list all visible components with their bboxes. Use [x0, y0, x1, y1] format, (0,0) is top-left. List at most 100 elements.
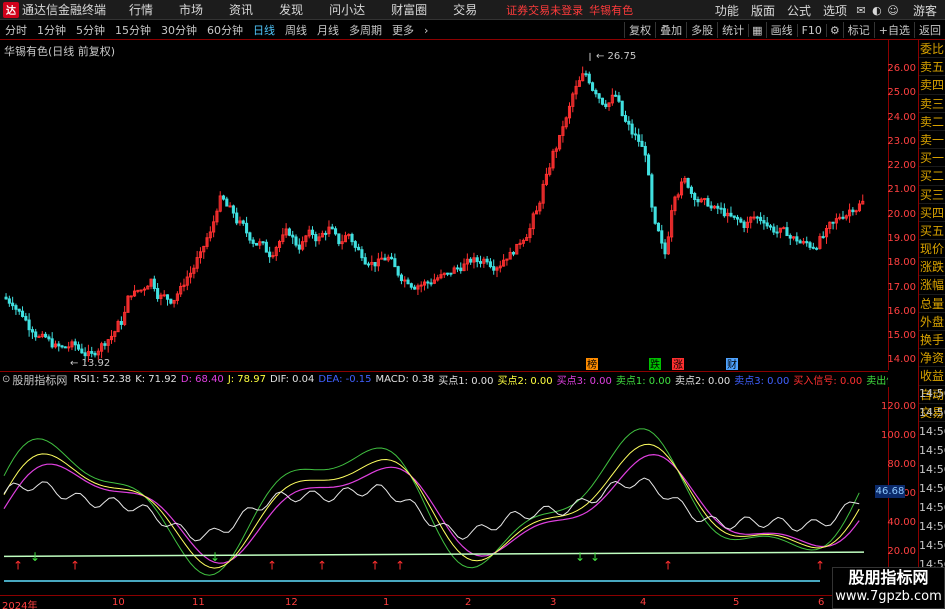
candle-body [623, 115, 628, 122]
event-marker-label: 财 [727, 358, 737, 370]
tool-mark[interactable]: 标记 [842, 22, 874, 38]
menu-formula[interactable]: 公式 [781, 2, 817, 19]
tool-statistics[interactable]: 统计 [717, 22, 748, 38]
candle-body [165, 294, 170, 300]
candle-body [455, 267, 460, 270]
tool-draw[interactable]: 画线 [765, 22, 797, 38]
side-panel-item[interactable]: 委比 [919, 40, 945, 59]
side-panel-item[interactable]: 卖三 [919, 95, 945, 113]
tool-adjust[interactable]: 复权 [624, 22, 655, 38]
period-tab[interactable]: 1分钟 [32, 22, 71, 38]
user-icon[interactable]: ☺ [885, 4, 901, 17]
indicator-gear-icon[interactable]: ⊙ [0, 374, 12, 385]
menu-ask[interactable]: 问小达 [316, 1, 378, 18]
message-icon[interactable]: ✉ [853, 4, 869, 17]
menu-layout[interactable]: 版面 [745, 2, 781, 19]
watermark-url: www.7gpzb.com [835, 589, 942, 604]
side-panel-item[interactable]: 卖二 [919, 113, 945, 131]
menu-market[interactable]: 市场 [166, 1, 216, 18]
indicator-tick-label: 20.00 [887, 546, 916, 558]
candle-body [261, 241, 265, 244]
grid-icon[interactable]: ▦ [748, 23, 765, 37]
side-panel-item[interactable]: 现价 [919, 240, 945, 259]
candle-body [310, 229, 315, 236]
date-tick-label: 12 [285, 597, 298, 608]
tool-multi-stock[interactable]: 多股 [686, 22, 717, 38]
candle-body [591, 82, 595, 91]
side-panel-item[interactable]: 卖五 [919, 58, 945, 77]
skin-icon[interactable]: ◐ [869, 4, 885, 17]
period-tab-more[interactable]: 更多 [387, 22, 419, 38]
side-panel-item[interactable]: 换手 [919, 331, 945, 350]
app-logo-icon: 达 [3, 1, 19, 18]
side-panel-item[interactable]: 买四 [919, 204, 945, 222]
tool-f10[interactable]: F10 [796, 23, 826, 37]
menu-market-quotes[interactable]: 行情 [116, 1, 166, 18]
indicator-chart[interactable]: ↑ ↑ ↑ ↑ ↑ ↑ ↑ ↑ ↓ ↓ ↓ ↓ [0, 387, 888, 595]
candlestick-chart[interactable]: ← 26.75 ← 13.92 榜 跌 涨 财 [0, 40, 888, 371]
menu-function[interactable]: 功能 [709, 2, 745, 19]
candle-body [403, 279, 407, 282]
period-tab[interactable]: 多周期 [344, 22, 387, 38]
side-panel-item[interactable]: 买二 [919, 167, 945, 186]
guest-label[interactable]: 游客 [913, 2, 937, 19]
side-panel-item[interactable]: 买五 [919, 222, 945, 241]
candle-body [686, 177, 690, 188]
candle-body [775, 231, 779, 234]
period-tab[interactable]: 分时 [0, 22, 32, 38]
side-panel-item[interactable]: 总量 [919, 295, 945, 313]
side-panel-item[interactable]: 买三 [919, 186, 945, 204]
menu-news[interactable]: 资讯 [216, 1, 266, 18]
side-panel-item[interactable]: 净资 [919, 349, 945, 368]
menu-options[interactable]: 选项 [817, 2, 853, 19]
period-tab[interactable]: 15分钟 [110, 22, 156, 38]
candle-body [600, 97, 604, 105]
current-stock-name: 华锡有色 [589, 3, 634, 17]
menu-wealth[interactable]: 财富圈 [378, 1, 440, 18]
period-tab[interactable]: 周线 [280, 22, 312, 38]
candle-body [643, 145, 647, 156]
indicator-baseline [3, 551, 865, 558]
candle-body [854, 210, 858, 213]
chevron-right-icon[interactable]: › [419, 24, 433, 37]
indicator-lines[interactable]: ↑ ↑ ↑ ↑ ↑ ↑ ↑ ↑ ↓ ↓ ↓ ↓ [0, 387, 888, 595]
candle-body [90, 351, 94, 354]
period-tab[interactable]: 5分钟 [71, 22, 110, 38]
period-tab[interactable]: 60分钟 [202, 22, 248, 38]
side-panel-item[interactable]: 外盘 [919, 313, 945, 331]
indicator-value: DEA: -0.15 [318, 374, 372, 385]
date-tick-label: 2 [465, 597, 472, 608]
side-panel-item[interactable]: 涨幅 [919, 276, 945, 295]
candle-body [765, 222, 769, 227]
side-panel-item[interactable]: 买一 [919, 149, 945, 168]
candle-body [795, 236, 799, 242]
indicator-name[interactable]: 股朋指标网 [12, 372, 73, 387]
candle-body [231, 205, 235, 214]
price-chart[interactable]: ← 26.75 ← 13.92 榜 跌 涨 财 华锡有色(日线 前复权) [0, 40, 888, 371]
side-panel-item[interactable]: 收益 [919, 367, 945, 386]
candle-body [587, 73, 591, 84]
login-notice[interactable]: 证券交易未登录 [506, 2, 583, 18]
tool-back[interactable]: 返回 [914, 22, 945, 38]
tool-add-watchlist[interactable]: +自选 [873, 22, 914, 38]
settings-icon[interactable]: ⚙ [825, 23, 843, 37]
date-tick-label: 5 [733, 597, 740, 608]
side-panel-item[interactable]: 卖一 [919, 131, 945, 150]
side-panel-item[interactable]: 卖四 [919, 76, 945, 95]
buy-arrow-icon: ↑ [70, 558, 80, 572]
menu-discover[interactable]: 发现 [266, 1, 316, 18]
candle-body [380, 257, 384, 260]
candle-body [617, 95, 621, 102]
side-panel-item[interactable]: 涨跌 [919, 258, 945, 277]
period-tab[interactable]: 30分钟 [156, 22, 202, 38]
tool-overlay[interactable]: 叠加 [655, 22, 686, 38]
candle-body [660, 230, 664, 244]
menu-trade[interactable]: 交易 [440, 1, 490, 18]
candle-body [297, 244, 301, 250]
candle-body [337, 233, 341, 245]
period-tab-active[interactable]: 日线 [248, 22, 280, 38]
indicator-value: 买点1: 0.00 [438, 376, 494, 387]
period-tab[interactable]: 月线 [312, 22, 344, 38]
indicator-value: J: 78.97 [227, 374, 266, 385]
event-marker-label: 跌 [650, 358, 660, 370]
